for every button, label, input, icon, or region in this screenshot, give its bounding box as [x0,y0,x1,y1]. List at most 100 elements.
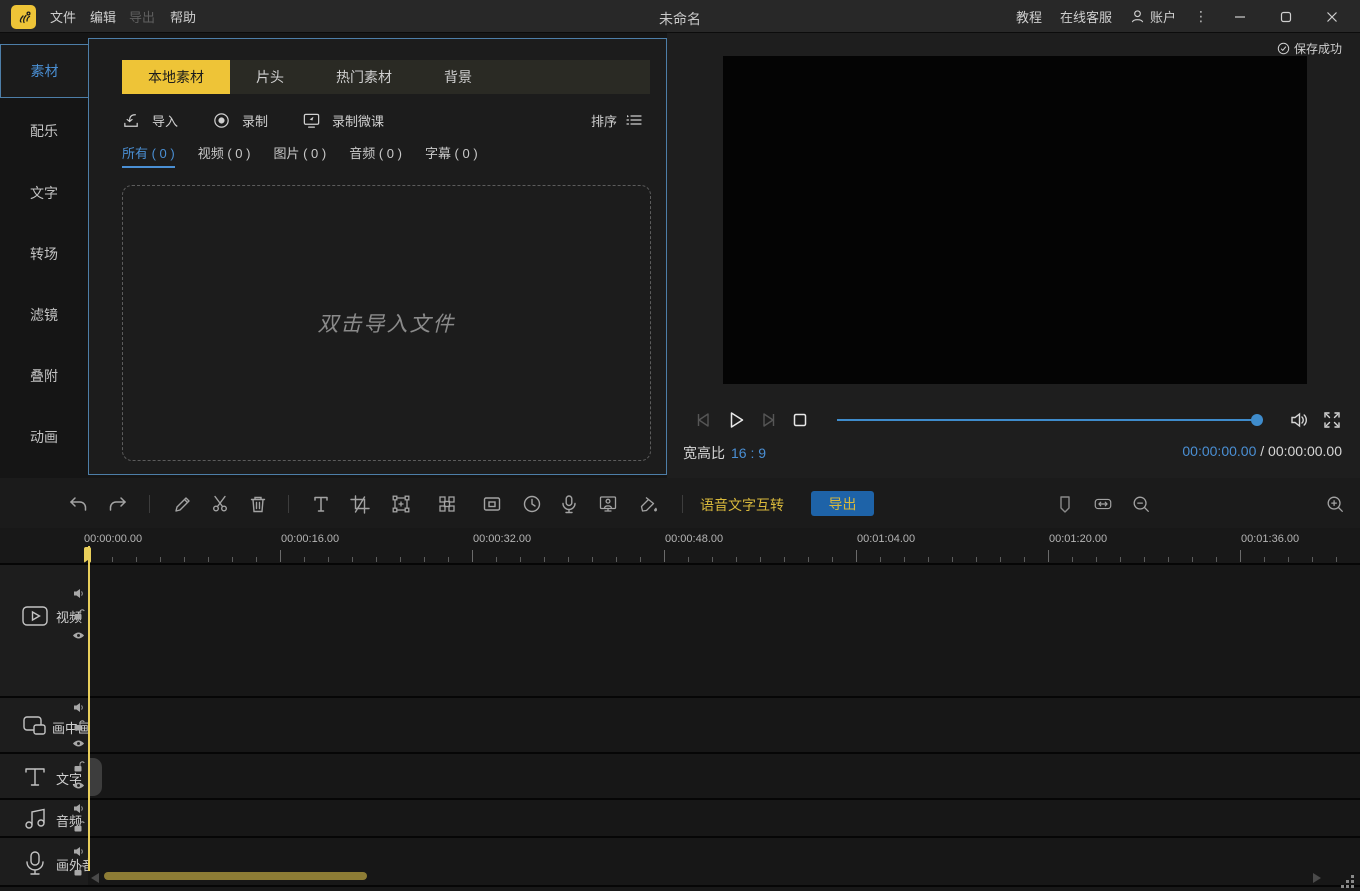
timeline-zoom-in-button[interactable] [1322,491,1348,517]
online-support-link[interactable]: 在线客服 [1060,7,1112,26]
sidebar: 素材 配乐 文字 转场 滤镜 叠附 动画 [0,33,88,478]
timeline-ruler[interactable] [0,528,1360,563]
filter-video[interactable]: 视频 ( 0 ) [198,143,251,168]
play-button[interactable] [721,403,751,437]
record-lesson-icon [302,111,321,130]
track-header-video[interactable]: 视频 [0,565,88,696]
speech-text-convert-button[interactable]: 语音文字互转 [700,495,784,515]
toolbar-divider [149,495,150,513]
undo-button[interactable] [65,491,91,517]
redo-button[interactable] [105,491,131,517]
scroll-right-arrow[interactable] [1313,873,1321,883]
seek-slider-handle[interactable] [1251,414,1263,426]
timeline-zoom-out-button[interactable] [1128,491,1154,517]
track-header-text[interactable]: 文字 [0,754,88,798]
fill-color-button[interactable] [636,491,662,517]
track-lane-text[interactable] [88,754,1360,798]
tab-popular-media[interactable]: 热门素材 [310,60,418,94]
zoom-clip-button[interactable] [388,491,414,517]
timecode-display: 00:00:00.00 / 00:00:00.00 [1182,443,1342,459]
scroll-left-arrow[interactable] [91,873,99,883]
presenter-button[interactable] [595,491,621,517]
track-volume-icon[interactable] [72,701,85,714]
minimize-button[interactable] [1226,0,1254,33]
sidebar-item-music[interactable]: 配乐 [0,104,88,158]
video-preview[interactable] [723,56,1307,384]
track-lane-audio[interactable] [88,800,1360,836]
picture-in-picture-button[interactable] [479,491,505,517]
crop-button[interactable] [347,491,373,517]
playhead[interactable] [88,546,90,871]
volume-button[interactable] [1284,403,1314,437]
sidebar-item-media[interactable]: 素材 [0,44,88,98]
mosaic-button[interactable] [434,491,460,517]
track-lane-video[interactable] [88,565,1360,696]
track-visibility-icon[interactable] [72,629,85,642]
window-resize-grip[interactable] [1341,875,1355,891]
tutorial-link[interactable]: 教程 [1016,7,1042,26]
save-status: 保存成功 [1277,40,1342,57]
tab-intro[interactable]: 片头 [230,60,310,94]
filter-subtitle[interactable]: 字幕 ( 0 ) [425,143,478,168]
sidebar-item-filter[interactable]: 滤镜 [0,288,88,342]
track-volume-icon[interactable] [72,802,85,815]
track-lock-icon[interactable] [72,760,85,773]
voiceover-button[interactable] [556,491,582,517]
track-lock-icon[interactable] [72,820,85,833]
import-dropzone[interactable]: 双击导入文件 [122,185,651,461]
app-logo-bee-icon[interactable] [11,5,36,29]
menu-file[interactable]: 文件 [48,0,78,33]
track-header-audio[interactable]: 音频 [0,800,88,836]
filter-audio[interactable]: 音频 ( 0 ) [349,143,402,168]
menu-edit[interactable]: 编辑 [88,0,118,33]
close-button[interactable] [1318,0,1346,33]
track-header-collapse-handle[interactable] [90,758,102,796]
marker-button[interactable] [1052,491,1078,517]
stop-button[interactable] [785,403,815,437]
delete-button[interactable] [245,491,271,517]
track-lane-pip[interactable] [88,698,1360,752]
track-visibility-icon[interactable] [72,779,85,792]
track-volume-icon[interactable] [72,587,85,600]
edit-clip-button[interactable] [170,491,196,517]
duration-button[interactable] [519,491,545,517]
tab-background[interactable]: 背景 [418,60,498,94]
media-filters: 所有 ( 0 ) 视频 ( 0 ) 图片 ( 0 ) 音频 ( 0 ) 字幕 (… [122,143,478,168]
track-visibility-icon[interactable] [72,737,85,750]
seek-slider[interactable] [837,419,1257,421]
fit-timeline-button[interactable] [1090,491,1116,517]
more-menu-icon[interactable]: ⋮ [1194,8,1208,25]
track-lock-icon[interactable] [72,719,85,732]
maximize-button[interactable] [1272,0,1300,33]
preview-panel: 保存成功 宽高比16 : 9 [667,33,1360,478]
track-lock-icon[interactable] [72,608,85,621]
sidebar-item-text[interactable]: 文字 [0,166,88,220]
track-lock-icon[interactable] [72,864,85,877]
record-lesson-button[interactable]: 录制微课 [302,111,384,130]
filter-all[interactable]: 所有 ( 0 ) [122,143,175,168]
previous-frame-button[interactable] [689,403,719,437]
titlebar: 文件 编辑 导出 帮助 未命名 教程 在线客服 账户 ⋮ [0,0,1360,33]
sort-button[interactable]: 排序 [591,105,642,135]
import-button[interactable]: 导入 [122,111,178,130]
track-header-pip[interactable]: 画中画 [0,698,88,752]
sidebar-item-transition[interactable]: 转场 [0,227,88,281]
sidebar-item-animation[interactable]: 动画 [0,410,88,464]
next-frame-button[interactable] [753,403,783,437]
sidebar-item-overlay[interactable]: 叠附 [0,349,88,403]
split-button[interactable] [208,491,234,517]
media-panel: 本地素材 片头 热门素材 背景 导入 录制 录制微课 排序 所有 [88,38,667,475]
tab-local-media[interactable]: 本地素材 [122,60,230,94]
menu-help[interactable]: 帮助 [168,0,198,33]
audio-track-icon [20,804,50,839]
filter-image[interactable]: 图片 ( 0 ) [273,143,326,168]
add-text-button[interactable] [308,491,334,517]
record-button[interactable]: 录制 [212,111,268,130]
track-header-voiceover[interactable]: 画外音 [0,838,88,885]
export-button[interactable]: 导出 [811,491,874,516]
aspect-ratio[interactable]: 宽高比16 : 9 [683,443,766,463]
horizontal-scrollbar[interactable] [104,872,367,880]
account-link[interactable]: 账户 [1130,7,1176,26]
fullscreen-button[interactable] [1317,403,1347,437]
track-volume-icon[interactable] [72,845,85,858]
